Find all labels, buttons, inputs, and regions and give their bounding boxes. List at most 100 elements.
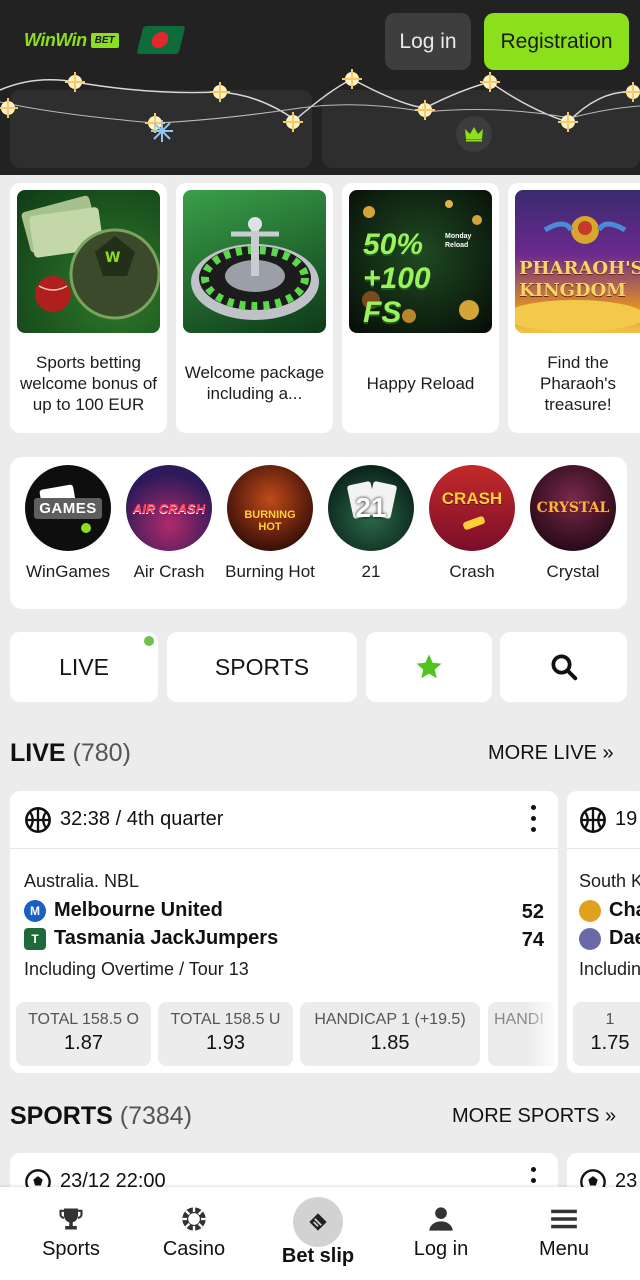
event-time: 32:38 / 4th quarter	[60, 808, 224, 830]
basketball-icon	[25, 806, 51, 833]
odd-button[interactable]: HANDICAP 1 (+19.5) 1.85	[300, 1002, 480, 1066]
event-header: 32:38 / 4th quarter	[10, 791, 558, 849]
promo-image-badge: Monday Reload	[445, 233, 472, 249]
nav-login-label: Log in	[413, 1238, 469, 1260]
melbourne-logo-icon: M	[24, 899, 46, 922]
header: WinWin BET Log in Registration	[0, 0, 640, 175]
team-away: T Tasmania JackJumpers	[24, 927, 278, 950]
odd-name: TOTAL 158.5 O	[28, 1011, 139, 1028]
game-badge: GAMES	[34, 497, 102, 519]
language-flag-icon[interactable]	[136, 26, 186, 54]
nav-bet-slip[interactable]: Bet slip	[254, 1187, 382, 1280]
nav-login[interactable]: Log in	[377, 1187, 505, 1280]
game-badge: CRYSTAL	[536, 500, 610, 516]
odd-button[interactable]: 1 1.75	[573, 1002, 640, 1066]
nav-menu[interactable]: Menu	[500, 1187, 628, 1280]
air-crash-icon: AIR CRASH	[126, 465, 212, 551]
more-sports-label: MORE SPORTS	[452, 1105, 600, 1127]
game-crash[interactable]: CRASH Crash	[422, 465, 522, 582]
wingames-icon: GAMES	[25, 465, 111, 551]
trophy-icon	[59, 1208, 83, 1230]
promo-card-welcome-package[interactable]: Welcome package including a...	[176, 183, 333, 433]
tab-sports[interactable]: SPORTS	[167, 632, 357, 702]
double-chevron-right-icon: »	[605, 1105, 617, 1127]
promo-image-text: PHARAOH'S KINGDOM	[519, 258, 640, 301]
promo-image-reload: 50% +100 FS Monday Reload	[349, 190, 492, 333]
promo-image-sports: W	[17, 190, 160, 333]
double-chevron-right-icon: »	[602, 742, 614, 764]
more-sports-link[interactable]: MORE SPORTS »	[452, 1105, 616, 1128]
team-logo-icon	[579, 927, 601, 950]
game-wingames[interactable]: GAMES WinGames	[18, 465, 118, 582]
game-badge: AIR CRASH	[132, 500, 206, 516]
team-home: Cha	[579, 899, 640, 922]
odd-value: 1.85	[370, 1032, 410, 1054]
more-live-link[interactable]: MORE LIVE »	[488, 742, 614, 765]
twenty-one-icon: 21	[328, 465, 414, 551]
event-note: Including Overtime / Tour 13	[24, 959, 249, 979]
sports-section-title: SPORTS (7384)	[10, 1102, 192, 1131]
casino-chip-icon	[182, 1207, 206, 1231]
garland-lights-icon	[0, 69, 640, 142]
logo-text: WinWin	[24, 30, 87, 50]
crystal-icon: CRYSTAL	[530, 465, 616, 551]
odd-name: HANDICAP 1 (+19.5)	[314, 1011, 466, 1028]
event-time: 19	[615, 808, 638, 830]
money-ball-icon: W	[21, 195, 160, 320]
game-crystal[interactable]: CRYSTAL Crystal	[523, 465, 623, 582]
more-options-icon[interactable]	[530, 805, 536, 835]
score-home: 52	[521, 901, 544, 923]
live-event-card-2[interactable]: 19 South K Cha Dae Includin 1 1.75	[567, 791, 640, 1073]
promo-card-happy-reload[interactable]: 50% +100 FS Monday Reload Happy Reload	[342, 183, 499, 433]
team-away-name: Dae	[609, 927, 640, 949]
game-badge: BURNING HOT	[244, 509, 296, 533]
nav-bet-slip-label: Bet slip	[281, 1245, 355, 1267]
team-home-name: Cha	[609, 899, 640, 921]
game-badge: CRASH	[441, 489, 503, 508]
basketball-icon	[580, 806, 606, 833]
logo-badge: BET	[90, 33, 119, 48]
live-section-title: LIVE (780)	[10, 739, 131, 768]
search-button[interactable]	[500, 632, 627, 702]
live-event-card[interactable]: 32:38 / 4th quarter Australia. NBL M Mel…	[10, 791, 558, 1073]
promo-card-pharaoh[interactable]: PHARAOH'S KINGDOM Find the Pharaoh's tre…	[508, 183, 640, 433]
promo-image-roulette	[183, 190, 326, 333]
bet-slip-icon	[293, 1197, 343, 1247]
odd-button[interactable]: HANDI	[488, 1002, 558, 1066]
tab-live-label: LIVE	[59, 653, 109, 680]
score-away: 74	[521, 929, 544, 951]
nav-sports[interactable]: Sports	[7, 1187, 135, 1280]
promo-text: Happy Reload	[366, 373, 475, 393]
star-icon	[416, 654, 442, 679]
game-badge: 21	[355, 492, 387, 523]
more-live-label: MORE LIVE	[488, 742, 597, 764]
live-title: LIVE	[10, 739, 66, 767]
crash-icon: CRASH	[429, 465, 515, 551]
game-label: Burning Hot	[225, 562, 315, 581]
game-21[interactable]: 21 21	[321, 465, 421, 582]
event-league: Australia. NBL	[24, 871, 140, 891]
tab-live[interactable]: LIVE	[10, 632, 158, 702]
game-air-crash[interactable]: AIR CRASH Air Crash	[119, 465, 219, 582]
nav-menu-label: Menu	[538, 1238, 590, 1260]
burning-hot-icon: BURNING HOT	[227, 465, 313, 551]
game-label: WinGames	[25, 562, 111, 581]
odd-name: 1	[605, 1011, 615, 1028]
odd-button[interactable]: TOTAL 158.5 O 1.87	[16, 1002, 151, 1066]
tab-sports-label: SPORTS	[214, 653, 310, 680]
event-header: 19	[567, 791, 640, 849]
promo-text: Find the Pharaoh's treasure!	[539, 352, 617, 414]
search-icon	[551, 654, 577, 681]
quick-games-strip: GAMES WinGames AIR CRASH Air Crash BURNI…	[10, 457, 627, 609]
game-label: Crash	[449, 562, 495, 581]
user-icon	[429, 1207, 453, 1231]
nav-casino[interactable]: Casino	[130, 1187, 258, 1280]
odd-button[interactable]: TOTAL 158.5 U 1.93	[158, 1002, 293, 1066]
game-burning-hot[interactable]: BURNING HOT Burning Hot	[220, 465, 320, 582]
promo-card-sports-bonus[interactable]: W Sports betting welcome bonus of up to …	[10, 183, 167, 433]
roulette-icon	[191, 217, 319, 320]
logo[interactable]: WinWin BET	[24, 30, 119, 51]
event-note: Includin	[579, 959, 640, 979]
odd-value: 1.75	[590, 1032, 630, 1054]
tab-favorites[interactable]	[366, 632, 492, 702]
